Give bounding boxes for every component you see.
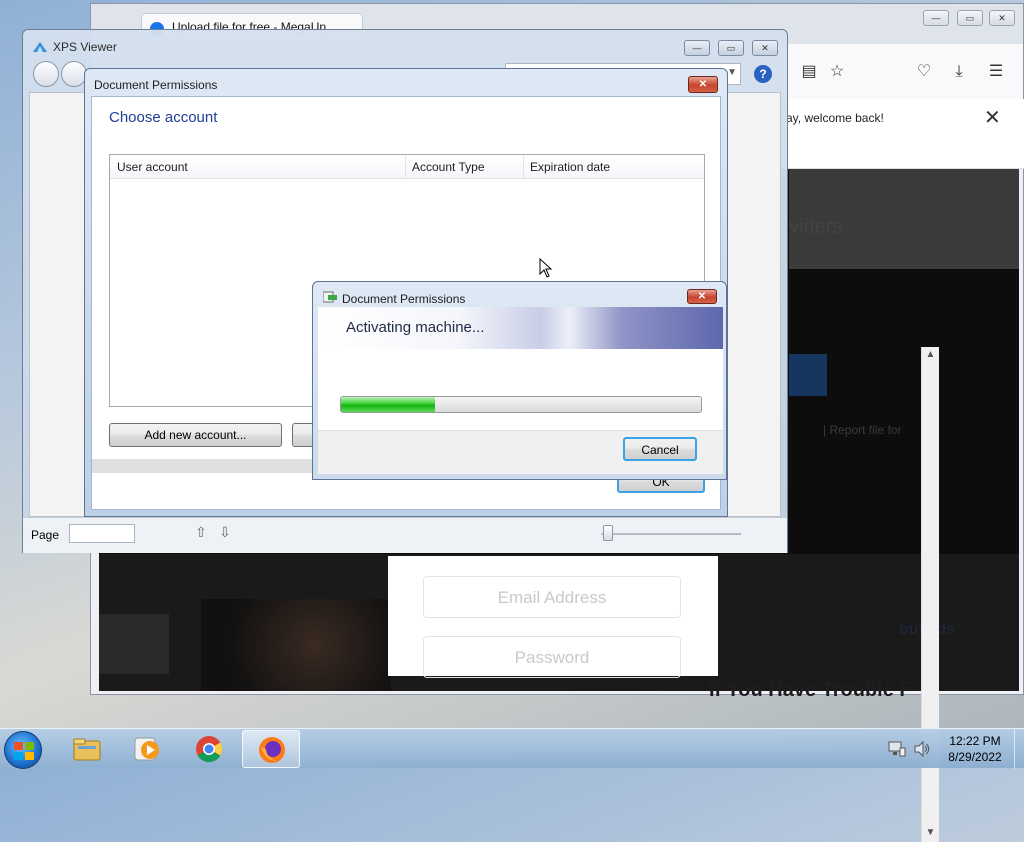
previous-page-icon[interactable]: ⇧ <box>193 523 209 541</box>
upload-button-fragment[interactable] <box>789 354 827 396</box>
taskbar-explorer-button[interactable] <box>58 730 116 768</box>
activating-heading: Activating machine... <box>346 319 485 336</box>
login-panel: Email Address Password <box>388 556 718 678</box>
recaptcha-badge <box>99 614 169 674</box>
add-new-account-button[interactable]: Add new account... <box>109 423 282 447</box>
firefox-icon <box>259 737 285 763</box>
background-photo <box>201 599 391 691</box>
permissions-icon <box>323 291 337 303</box>
taskbar-chrome-button[interactable] <box>180 730 238 768</box>
column-account-type[interactable]: Account Type <box>412 160 485 174</box>
activating-footer: Cancel <box>318 430 723 474</box>
notification-close-icon[interactable]: ✕ <box>984 105 1001 130</box>
search-dropdown-icon[interactable]: ▼ <box>727 67 737 78</box>
email-field[interactable]: Email Address <box>423 576 681 618</box>
taskbar-media-player-button[interactable] <box>118 730 176 768</box>
firefox-maximize-button[interactable]: ▭ <box>957 10 983 26</box>
pocket-icon[interactable]: ♡ <box>913 61 935 83</box>
system-tray: 12:22 PM 8/29/2022 <box>880 729 1024 769</box>
column-divider[interactable] <box>405 155 406 179</box>
help-icon[interactable]: ? <box>754 65 772 83</box>
xps-status-bar: Page ⇧ ⇩ <box>23 517 787 553</box>
page-number-input[interactable] <box>69 524 135 543</box>
activating-close-button[interactable]: ✕ <box>687 289 717 304</box>
activation-progress-bar <box>340 396 702 413</box>
choose-account-heading: Choose account <box>109 109 218 126</box>
taskbar: 12:22 PM 8/29/2022 <box>0 728 1024 769</box>
clock-date[interactable]: 8/29/2022 <box>940 750 1010 764</box>
report-file-link[interactable]: | Report file for <box>823 423 901 437</box>
activating-dialog: Document Permissions ✕ Activating machin… <box>312 281 727 480</box>
trouble-heading: If You Have Trouble F <box>709 679 912 701</box>
xps-app-icon <box>33 42 47 52</box>
firefox-minimize-button[interactable]: — <box>923 10 949 26</box>
scroll-up-icon[interactable]: ▲ <box>922 347 939 363</box>
volume-icon[interactable] <box>913 740 931 758</box>
mouse-cursor-icon <box>539 258 553 278</box>
bookmark-star-icon[interactable]: ☆ <box>826 61 848 83</box>
xps-window-title: XPS Viewer <box>53 40 117 54</box>
permissions-dialog-title: Document Permissions <box>94 78 218 92</box>
notification-bar: ay, welcome back! ✕ <box>786 99 1024 169</box>
providers-heading: viders <box>789 216 843 238</box>
scroll-down-icon[interactable]: ▼ <box>922 825 939 841</box>
back-button[interactable] <box>33 61 59 87</box>
cancel-button[interactable]: Cancel <box>623 437 697 461</box>
zoom-slider-track[interactable] <box>601 533 741 535</box>
clock-time[interactable]: 12:22 PM <box>940 734 1010 748</box>
chrome-icon <box>196 736 223 763</box>
folder-icon <box>73 738 101 761</box>
xps-maximize-button[interactable]: ▭ <box>718 40 744 56</box>
column-user-account[interactable]: User account <box>117 160 188 174</box>
zoom-slider-thumb[interactable] <box>603 525 613 541</box>
xps-minimize-button[interactable]: — <box>684 40 710 56</box>
start-button[interactable] <box>4 731 42 769</box>
next-page-icon[interactable]: ⇩ <box>217 523 233 541</box>
permissions-close-button[interactable]: ✕ <box>688 76 718 93</box>
xps-close-button[interactable]: ✕ <box>752 40 778 56</box>
menu-icon[interactable]: ☰ <box>985 61 1007 83</box>
reader-view-icon[interactable]: ▤ <box>798 61 820 83</box>
activation-progress-fill <box>341 397 435 412</box>
activating-body <box>318 349 723 430</box>
firefox-close-button[interactable]: ✕ <box>989 10 1015 26</box>
notification-text: ay, welcome back! <box>786 111 884 125</box>
taskbar-firefox-button[interactable] <box>242 730 300 768</box>
password-field[interactable]: Password <box>423 636 681 678</box>
windows-logo-icon <box>14 742 34 760</box>
activating-banner: Activating machine... <box>318 307 723 349</box>
network-icon[interactable] <box>888 740 906 758</box>
media-player-icon <box>134 737 159 761</box>
page-label: Page <box>31 528 60 542</box>
accounts-table-header: User account Account Type Expiration dat… <box>110 155 704 179</box>
show-desktop-button[interactable] <box>1014 729 1024 769</box>
downloads-icon[interactable]: ⤓ <box>948 61 970 83</box>
column-divider[interactable] <box>523 155 524 179</box>
activating-dialog-title: Document Permissions <box>342 292 466 306</box>
column-expiration-date[interactable]: Expiration date <box>530 160 610 174</box>
